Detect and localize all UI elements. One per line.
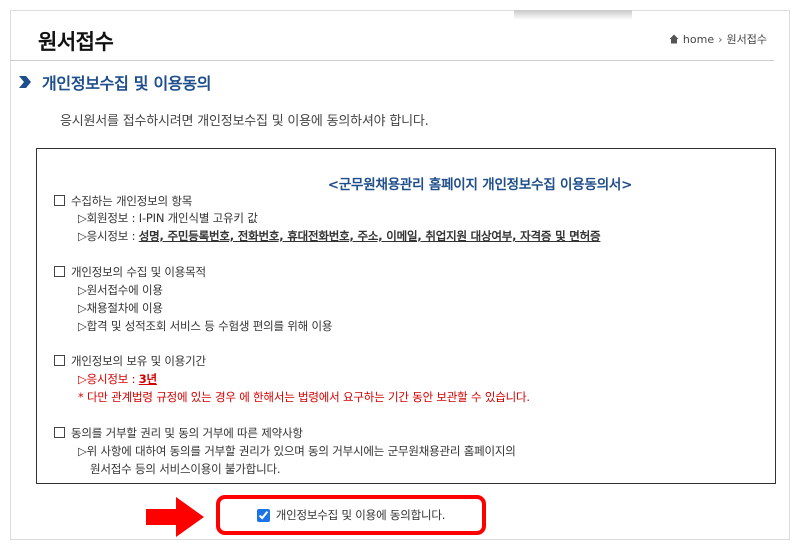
terms-s1-heading: 수집하는 개인정보의 항목 [54,193,192,209]
terms-s4-heading: 동의를 거부할 권리 및 동의 거부에 따른 제약사항 [54,425,303,441]
terms-s3-heading: 개인정보의 보유 및 이용기간 [54,353,206,369]
terms-title: <군무원채용관리 홈페이지 개인정보수집 이용동의서> [327,177,633,193]
breadcrumb: home › 원서접수 [669,31,767,47]
terms-s1-line2: ▷응시정보 : 성명, 주민등록번호, 전화번호, 휴대전화번호, 주소, 이메… [78,229,601,243]
terms-s3-period: 3년 [138,372,157,386]
section-title: 개인정보수집 및 이용동의 [42,74,212,93]
title-divider [10,60,774,61]
agree-highlight-box: 개인정보수집 및 이용에 동의합니다. [216,495,486,535]
agree-checkbox[interactable] [256,508,270,522]
square-bullet-icon [54,355,65,366]
agree-label[interactable]: 개인정보수집 및 이용에 동의합니다. [276,507,446,523]
home-icon [669,34,679,44]
breadcrumb-home[interactable]: home [683,33,714,46]
terms-s1-items: 성명, 주민등록번호, 전화번호, 휴대전화번호, 주소, 이메일, 취업지원 … [138,229,601,243]
square-bullet-icon [54,427,65,438]
chevron-right-icon: › [718,32,723,46]
terms-s2-heading: 개인정보의 수집 및 이용목적 [54,264,206,280]
terms-s2-line1: ▷원서접수에 이용 [78,283,163,297]
terms-s1-line1: ▷회원정보 : I-PIN 개인식별 고유키 값 [78,211,258,225]
terms-box: <군무원채용관리 홈페이지 개인정보수집 이용동의서> 수집하는 개인정보의 항… [36,148,776,484]
square-bullet-icon [54,266,65,277]
square-bullet-icon [54,195,65,206]
terms-s3-line1: ▷응시정보 : 3년 [78,372,157,386]
terms-s3-note: * 다만 관계법령 규정에 있는 경우 에 한해서는 법령에서 요구하는 기간 … [78,390,530,404]
terms-s2-line3: ▷합격 및 성적조회 서비스 등 수험생 편의를 위해 이용 [78,319,333,333]
section-header: 개인정보수집 및 이용동의 [18,70,211,94]
breadcrumb-current: 원서접수 [726,33,767,46]
terms-s4-line2: 원서접수 등의 서비스이용이 불가합니다. [90,462,281,476]
chevron-arrow-icon [19,76,31,88]
intro-text: 응시원서를 접수하시려면 개인정보수집 및 이용에 동의하셔야 합니다. [60,114,429,129]
page-title: 원서접수 [38,30,114,54]
terms-s2-line2: ▷채용절차에 이용 [78,301,163,315]
red-arrow-icon [146,497,204,537]
top-shade [514,10,632,20]
terms-s4-line1: ▷위 사항에 대하여 동의를 거부할 권리가 있으며 동의 거부시에는 군무원채… [78,444,516,458]
